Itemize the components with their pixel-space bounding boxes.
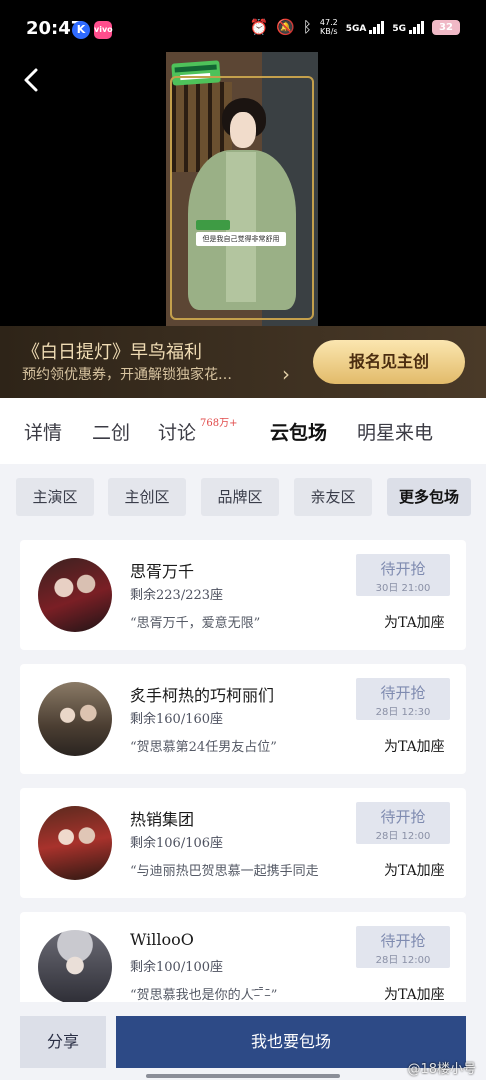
app-notification-icon-2: vivo	[94, 21, 113, 39]
add-seat-button[interactable]: 为TA加座	[384, 736, 445, 756]
seats-remaining: 剩余100/100座	[130, 960, 224, 975]
tab-bar: 详情 二创 讨论 768万+ 云包场 明星来电	[0, 398, 486, 464]
seats-remaining: 剩余160/160座	[130, 712, 224, 727]
promo-title: 《白日提灯》早鸟福利	[22, 342, 202, 363]
status-badge: 待开抢 28日 12:00	[356, 926, 450, 968]
status-date: 28日 12:00	[375, 955, 431, 966]
avatar	[38, 930, 112, 1002]
zone-filter-bar: 主演区 主创区 品牌区 亲友区 更多包场	[0, 464, 486, 532]
screening-card[interactable]: 思胥万千 剩余223/223座 “思胥万千，爱意无限” 待开抢 30日 21:0…	[20, 540, 466, 650]
video-frame: 但是我自己觉得非常舒用	[166, 52, 318, 326]
bottom-action-bar: 分享 我也要包场 @18楼小号	[0, 1002, 486, 1080]
group-name: 热销集团	[130, 810, 195, 829]
signal-bars-icon	[369, 20, 385, 34]
app-notification-icon: K	[72, 21, 90, 39]
home-indicator[interactable]	[146, 1074, 340, 1078]
status-label: 待开抢	[380, 560, 426, 578]
alarm-icon: ⏰	[249, 18, 269, 36]
status-label: 待开抢	[380, 808, 426, 826]
status-date: 28日 12:30	[375, 707, 431, 718]
status-label: 待开抢	[380, 932, 426, 950]
status-bar: 20:47 K vivo ⏰ 🔕 ᛒ 47.2 KB/s 5GA 5G 32	[0, 0, 486, 58]
video-player[interactable]: 但是我自己觉得非常舒用	[0, 52, 486, 326]
network-speed: 47.2 KB/s	[320, 18, 338, 36]
add-seat-button[interactable]: 为TA加座	[384, 860, 445, 880]
zone-brands[interactable]: 品牌区	[201, 478, 279, 516]
promo-subtitle: 预约领优惠券，开通解锁独家花…	[22, 367, 232, 383]
chevron-right-icon[interactable]: ›	[282, 362, 290, 386]
status-date: 30日 21:00	[375, 583, 431, 594]
signal-5g: 5G	[392, 20, 424, 34]
avatar	[38, 806, 112, 880]
group-name: 炙手柯热的巧柯丽们	[130, 686, 275, 705]
avatar	[38, 558, 112, 632]
signal-bars-icon	[409, 20, 424, 34]
battery-icon: 32	[432, 19, 460, 35]
network-label-2: 5G	[392, 23, 406, 34]
tab-fan-creations[interactable]: 二创	[92, 418, 130, 445]
watermark: @18楼小号	[407, 1062, 476, 1077]
mute-icon: 🔕	[276, 18, 295, 36]
status-badge: 待开抢 30日 21:00	[356, 554, 450, 596]
group-slogan: “贺思慕我也是你的人̄–̄ ̄̄–̄”	[130, 988, 278, 1002]
screening-card[interactable]: 热销集团 剩余106/106座 “与迪丽热巴贺思慕一起携手同走 待开抢 28日 …	[20, 788, 466, 898]
zone-more[interactable]: 更多包场	[387, 478, 471, 516]
network-label-1: 5GA	[345, 23, 367, 34]
tab-cloud-screening[interactable]: 云包场	[270, 418, 327, 445]
zone-lead-actors[interactable]: 主演区	[16, 478, 94, 516]
status-label: 待开抢	[380, 684, 426, 702]
group-slogan: “贺思慕第24任男友占位”	[130, 740, 277, 755]
bluetooth-icon: ᛒ	[302, 18, 312, 36]
zone-friends[interactable]: 亲友区	[294, 478, 372, 516]
status-icons: ⏰ 🔕 ᛒ 47.2 KB/s 5GA 5G 32	[250, 18, 460, 36]
tab-discussion[interactable]: 讨论	[158, 418, 196, 445]
screening-list: 思胥万千 剩余223/223座 “思胥万千，爱意无限” 待开抢 30日 21:0…	[0, 532, 486, 1002]
add-seat-button[interactable]: 为TA加座	[384, 984, 445, 1002]
speed-unit: KB/s	[320, 27, 338, 36]
tab-details[interactable]: 详情	[24, 418, 62, 445]
group-slogan: “与迪丽热巴贺思慕一起携手同走	[130, 864, 319, 879]
zone-creators[interactable]: 主创区	[108, 478, 186, 516]
tab-star-calls[interactable]: 明星来电	[357, 418, 433, 445]
frame-border	[170, 76, 314, 320]
speed-value: 47.2	[319, 18, 338, 27]
status-badge: 待开抢 28日 12:00	[356, 802, 450, 844]
discussion-count-badge: 768万+	[200, 418, 238, 429]
group-name: WillooO	[130, 930, 194, 949]
back-arrow-icon[interactable]	[20, 66, 44, 94]
seats-remaining: 剩余223/223座	[130, 588, 224, 603]
add-seat-button[interactable]: 为TA加座	[384, 612, 445, 632]
status-date: 28日 12:00	[375, 831, 431, 842]
share-button[interactable]: 分享	[20, 1016, 106, 1068]
screening-card[interactable]: 炙手柯热的巧柯丽们 剩余160/160座 “贺思慕第24任男友占位” 待开抢 2…	[20, 664, 466, 774]
signal-5ga: 5GA	[345, 20, 385, 34]
seats-remaining: 剩余106/106座	[130, 836, 224, 851]
screening-card[interactable]: WillooO 剩余100/100座 “贺思慕我也是你的人̄–̄ ̄̄–̄” 待…	[20, 912, 466, 1002]
avatar	[38, 682, 112, 756]
promo-banner[interactable]: 《白日提灯》早鸟福利 预约领优惠券，开通解锁独家花… › 报名见主创	[0, 326, 486, 398]
signup-meet-creators-button[interactable]: 报名见主创	[313, 340, 465, 384]
group-slogan: “思胥万千，爱意无限”	[130, 616, 261, 631]
status-badge: 待开抢 28日 12:30	[356, 678, 450, 720]
group-name: 思胥万千	[130, 562, 195, 581]
